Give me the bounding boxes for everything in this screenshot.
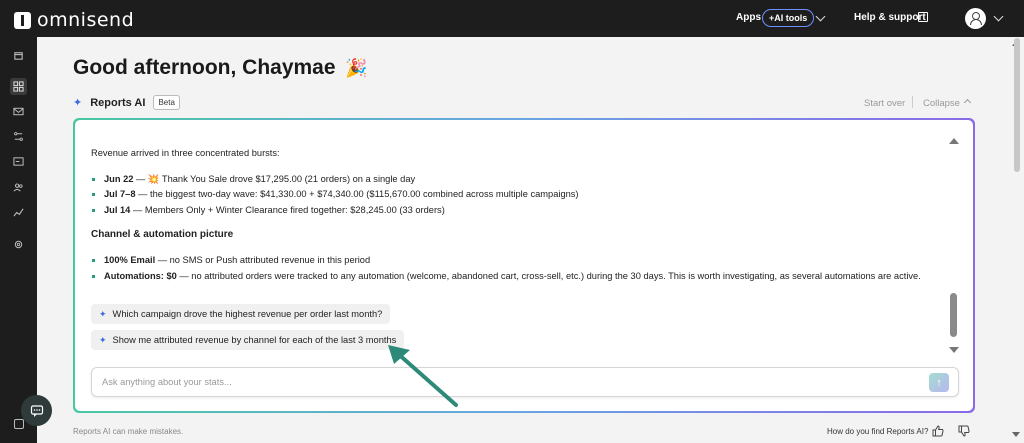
sparkle-icon: ✦ (99, 334, 107, 345)
party-popper-icon: 🎉 (345, 58, 368, 78)
sidebar (0, 37, 37, 443)
reports-ai-title: Reports AI (90, 96, 146, 109)
section-heading: Channel & automation picture (91, 229, 234, 240)
send-button[interactable]: ↑ (929, 373, 949, 392)
list-item: 100% Email — no SMS or Push attributed r… (91, 255, 370, 265)
audience-icon[interactable] (10, 179, 27, 196)
list-item: Jul 14 — Members Only + Winter Clearance… (91, 205, 445, 215)
chat-bubble-icon (30, 404, 43, 417)
ask-input[interactable] (102, 374, 902, 390)
chevron-down-icon[interactable] (815, 11, 826, 22)
scroll-up-icon[interactable] (949, 138, 959, 144)
chevron-up-icon[interactable] (963, 98, 972, 107)
automation-icon[interactable] (10, 128, 27, 145)
page-scroll-down-icon[interactable] (1012, 432, 1020, 437)
feedback-question: How do you find Reports AI? (827, 427, 929, 436)
thumbs-down-icon[interactable] (958, 425, 970, 437)
suggestion-chip[interactable]: ✦ Which campaign drove the highest reven… (91, 304, 391, 324)
support-chat-button[interactable] (21, 395, 52, 426)
ai-tools-button[interactable]: +AI tools (762, 9, 815, 27)
list-item: Jun 22 — 💥 Thank You Sale drove $17,295.… (91, 174, 415, 185)
beta-badge: Beta (153, 95, 180, 110)
collapse-sidebar-icon[interactable] (14, 419, 24, 429)
greeting-text: Good afternoon, Chaymae (73, 56, 336, 79)
suggestion-chip[interactable]: ✦ Show me attributed revenue by channel … (91, 330, 405, 350)
brand-name: omnisend (37, 9, 135, 31)
reports-ai-panel-body: Revenue arrived in three concentrated bu… (75, 120, 973, 411)
account-chevron-down-icon[interactable] (993, 11, 1004, 22)
reports-ai-header: ✦ Reports AI Beta (73, 95, 180, 110)
list-item: Automations: $0 — no attributed orders w… (91, 271, 921, 281)
dashboard-icon[interactable] (10, 78, 27, 95)
response-intro: Revenue arrived in three concentrated bu… (91, 148, 280, 158)
scroll-down-icon[interactable] (949, 347, 959, 353)
forms-icon[interactable] (10, 153, 27, 170)
external-link-icon (918, 12, 928, 22)
sparkle-icon: ✦ (73, 97, 83, 109)
store-icon[interactable] (10, 47, 27, 64)
apps-menu[interactable]: Apps (736, 12, 761, 23)
chat-scrollbar-thumb[interactable] (950, 293, 957, 337)
ask-box: ↑ (91, 367, 959, 397)
suggestion-label: Show me attributed revenue by channel fo… (112, 335, 397, 345)
top-bar: omnisend Apps +AI tools Help & support (0, 0, 1024, 37)
suggestion-label: Which campaign drove the highest revenue… (112, 309, 383, 319)
mail-icon[interactable] (10, 103, 27, 120)
sparkle-icon: ✦ (99, 308, 107, 319)
annotation-arrow (388, 345, 458, 407)
reports-icon[interactable] (10, 204, 27, 221)
start-over-button[interactable]: Start over (864, 98, 905, 109)
collapse-button[interactable]: Collapse (923, 98, 960, 109)
divider (912, 96, 913, 108)
page-title: Good afternoon, Chaymae 🎉 (73, 56, 368, 80)
page-scrollbar-thumb[interactable] (1014, 38, 1020, 172)
list-item: Jul 7–8 — the biggest two-day wave: $41,… (91, 189, 579, 199)
help-support-link[interactable]: Help & support (854, 12, 926, 23)
user-avatar[interactable] (965, 8, 986, 29)
reports-ai-panel: Revenue arrived in three concentrated bu… (73, 118, 975, 413)
settings-icon[interactable] (10, 236, 27, 253)
omnisend-logo-icon (14, 11, 31, 29)
disclaimer-text: Reports AI can make mistakes. (73, 427, 184, 436)
brand-logo[interactable]: omnisend (14, 9, 134, 31)
thumbs-up-icon[interactable] (932, 425, 944, 437)
